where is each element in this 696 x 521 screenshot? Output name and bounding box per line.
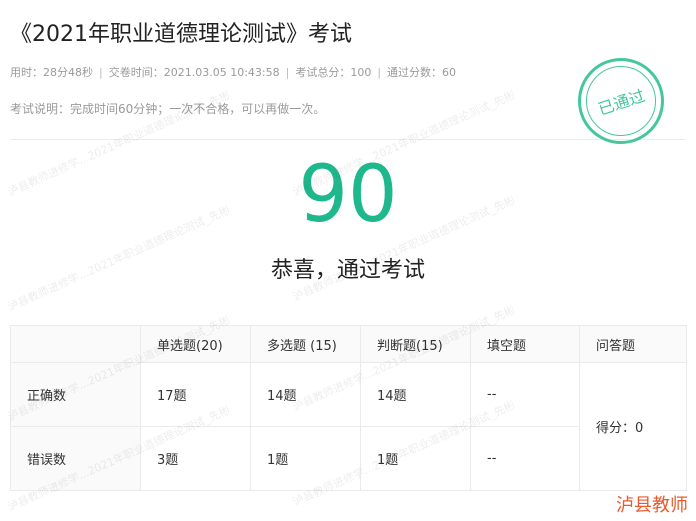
table-cell: 1题 — [360, 426, 471, 491]
duration-text: 用时：28分48秒 — [10, 66, 93, 79]
header-essay: 问答题 — [579, 325, 687, 363]
exam-meta: 用时：28分48秒 | 交卷时间：2021.03.05 10:43:58 | 考试总分：… — [10, 64, 456, 80]
passed-stamp: 已通过 — [578, 58, 664, 144]
row-label-correct: 正确数 — [10, 362, 141, 427]
submit-time-text: 交卷时间：2021.03.05 10:43:58 — [108, 66, 280, 79]
table-cell: -- — [470, 426, 580, 491]
table-cell: 14题 — [360, 362, 471, 427]
separator: | — [377, 66, 382, 79]
table-cell: 3题 — [140, 426, 251, 491]
header-single-choice: 单选题(20) — [140, 325, 251, 363]
result-message: 恭喜，通过考试 — [270, 258, 425, 283]
header-multi-choice: 多选题 (15) — [250, 325, 361, 363]
divider — [10, 139, 686, 140]
essay-score-cell: 得分：0 — [579, 362, 687, 491]
results-table: 单选题(20) 多选题 (15) 判断题(15) 填空题 问答题 正确数 17题… — [10, 325, 687, 491]
total-score-text: 考试总分：100 — [295, 66, 372, 79]
table-row: 正确数 17题 14题 14题 -- 得分：0 — [10, 362, 687, 491]
header-fill-blank: 填空题 — [470, 325, 580, 363]
exam-description: 考试说明：完成时间60分钟；一次不合格，可以再做一次。 — [10, 102, 326, 116]
table-cell: 1题 — [250, 426, 361, 491]
header-true-false: 判断题(15) — [360, 325, 471, 363]
table-cell: 14题 — [250, 362, 361, 427]
header-cell-empty — [10, 325, 141, 363]
separator: | — [285, 66, 290, 79]
score-value: 90 — [298, 150, 398, 240]
separator: | — [99, 66, 103, 79]
exam-title: 《2021年职业道德理论测试》考试 — [10, 22, 352, 47]
table-header-row: 单选题(20) 多选题 (15) 判断题(15) 填空题 问答题 — [10, 325, 687, 363]
row-label-wrong: 错误数 — [10, 426, 141, 491]
corner-logo: 泸县教师 — [616, 495, 688, 516]
table-cell: -- — [470, 362, 580, 427]
table-cell: 17题 — [140, 362, 251, 427]
pass-score-text: 通过分数：60 — [387, 66, 457, 79]
